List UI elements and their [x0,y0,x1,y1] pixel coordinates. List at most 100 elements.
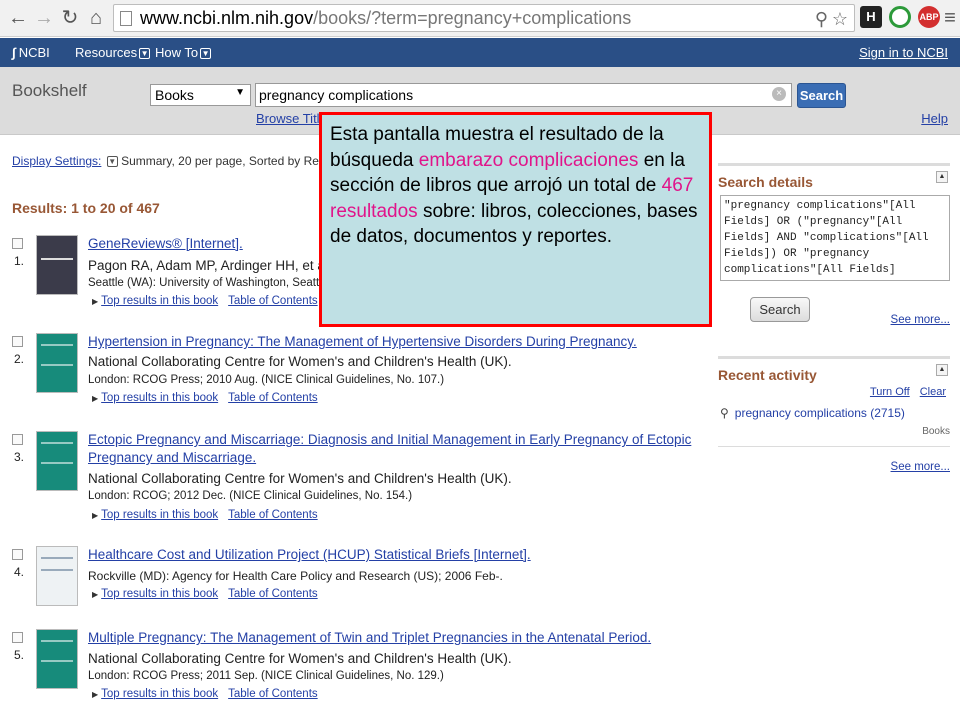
highlight-search-term: embarazo complicaciones [418,149,639,171]
table-of-contents-link[interactable]: Table of Contents [228,509,318,521]
result-source: Seattle (WA): University of Washington, … [88,277,348,289]
search-button[interactable]: Search [797,83,846,108]
clear-link[interactable]: Clear [920,386,946,398]
result-links: ▶ Top results in this book Table of Conten… [92,588,328,600]
result-title[interactable]: Multiple Pregnancy: The Management of Tw… [88,629,714,647]
result-title[interactable]: Healthcare Cost and Utilization Project … [88,546,714,564]
list-item: 5. Multiple Pregnancy: The Management of… [12,629,712,709]
book-cover[interactable] [36,431,78,491]
top-results-link[interactable]: Top results in this book [101,509,218,521]
collapse-icon[interactable]: ▲ [936,171,948,183]
search-details-panel: Search details ▲ "pregnancy complication… [718,163,950,338]
result-links: ▶ Top results in this book Table of Conten… [92,295,328,307]
reload-icon[interactable]: ↻ [58,6,82,30]
search-icon: ⚲ [720,406,729,420]
table-of-contents-link[interactable]: Table of Contents [228,588,318,600]
details-search-button[interactable]: Search [750,297,810,322]
book-cover[interactable] [36,546,78,606]
book-cover[interactable] [36,333,78,393]
select-checkbox[interactable] [12,238,23,249]
result-number: 5. [14,648,25,662]
green-extension-icon[interactable] [889,6,911,28]
list-item: 2. Hypertension in Pregnancy: The Manage… [12,333,712,413]
search-details-query[interactable]: "pregnancy complications"[All Fields] OR… [720,195,950,281]
database-select[interactable]: Books ▼ [150,84,251,106]
select-checkbox[interactable] [12,336,23,347]
annotation-callout: Esta pantalla muestra el resultado de la… [319,112,712,327]
back-arrow-icon[interactable]: ← [6,6,30,30]
top-results-link[interactable]: Top results in this book [101,588,218,600]
zoom-icon[interactable]: ⚲ [815,9,828,30]
result-number: 1. [14,254,25,268]
result-authors: National Collaborating Centre for Women'… [88,354,512,369]
chevron-down-icon: ▼ [139,48,151,59]
howto-menu[interactable]: How To ▼ [155,45,212,60]
result-source: London: RCOG; 2012 Dec. (NICE Clinical G… [88,490,413,502]
result-links: ▶ Top results in this book Table of Conten… [92,509,328,521]
book-cover[interactable] [36,235,78,295]
home-icon[interactable]: ⌂ [84,6,108,30]
select-checkbox[interactable] [12,632,23,643]
search-input[interactable]: pregnancy complications × [255,83,792,107]
triangle-icon: ▶ [92,690,99,699]
top-results-link[interactable]: Top results in this book [101,295,218,307]
recent-activity-title: Recent activity [718,356,950,383]
result-number: 2. [14,352,25,366]
result-number: 3. [14,450,25,464]
see-more-link[interactable]: See more... [891,461,950,473]
browse-titles-link[interactable]: Browse Title [256,111,327,126]
display-settings: Display Settings: ▼ Summary, 20 per page… [12,154,329,168]
forward-arrow-icon[interactable]: → [32,6,56,30]
recent-query-db: Books [922,426,950,437]
sign-in-link[interactable]: Sign in to NCBI [859,45,948,60]
clear-icon[interactable]: × [772,87,786,101]
top-results-link[interactable]: Top results in this book [101,392,218,404]
chevron-down-icon: ▼ [200,48,212,59]
display-settings-link[interactable]: Display Settings: [12,154,101,168]
chevron-down-icon[interactable]: ▼ [106,156,118,167]
browser-toolbar: ← → ↻ ⌂ www.ncbi.nlm.nih.gov/books/?term… [0,0,960,37]
search-details-title: Search details [718,163,950,190]
see-more-link[interactable]: See more... [891,314,950,326]
result-links: ▶ Top results in this book Table of Conten… [92,688,328,700]
address-bar[interactable]: www.ncbi.nlm.nih.gov/books/?term=pregnan… [113,4,855,32]
url-text: www.ncbi.nlm.nih.gov/books/?term=pregnan… [140,8,632,28]
adblock-icon[interactable]: ABP [918,6,940,28]
result-authors: Pagon RA, Adam MP, Ardinger HH, et al., [88,258,336,273]
dropdown-arrow-icon: ▼ [235,87,245,98]
list-item: 3. Ectopic Pregnancy and Miscarriage: Di… [12,431,712,526]
table-of-contents-link[interactable]: Table of Contents [228,688,318,700]
result-source: Rockville (MD): Agency for Health Care P… [88,569,503,583]
top-results-link[interactable]: Top results in this book [101,688,218,700]
ncbi-logo[interactable]: ∫ NCBI [12,45,50,60]
help-link[interactable]: Help [921,111,948,126]
triangle-icon: ▶ [92,297,99,306]
collapse-icon[interactable]: ▲ [936,364,948,376]
triangle-icon: ▶ [92,511,99,520]
result-title[interactable]: Hypertension in Pregnancy: The Managemen… [88,333,714,351]
page-icon [120,11,132,26]
result-title[interactable]: Ectopic Pregnancy and Miscarriage: Diagn… [88,431,714,467]
results-count: Results: 1 to 20 of 467 [12,200,160,216]
result-number: 4. [14,565,25,579]
table-of-contents-link[interactable]: Table of Contents [228,295,318,307]
result-links: ▶ Top results in this book Table of Conten… [92,392,328,404]
menu-icon[interactable]: ≡ [942,6,958,30]
recent-activity-panel: Recent activity ▲ Turn Off Clear ⚲ pregnan… [718,356,950,481]
result-authors: National Collaborating Centre for Women'… [88,471,512,486]
triangle-icon: ▶ [92,394,99,403]
bookmark-star-icon[interactable]: ☆ [832,9,848,30]
divider [718,446,950,447]
recent-query-item[interactable]: ⚲ pregnancy complications (2715) [720,406,905,420]
select-checkbox[interactable] [12,434,23,445]
resources-menu[interactable]: Resources ▼ [75,45,151,60]
h-extension-icon[interactable]: H [860,6,882,28]
result-authors: National Collaborating Centre for Women'… [88,651,512,666]
table-of-contents-link[interactable]: Table of Contents [228,392,318,404]
book-cover[interactable] [36,629,78,689]
result-source: London: RCOG Press; 2010 Aug. (NICE Clin… [88,374,445,386]
triangle-icon: ▶ [92,590,99,599]
result-source: London: RCOG Press; 2011 Sep. (NICE Clin… [88,670,444,682]
turn-off-link[interactable]: Turn Off [870,386,910,398]
select-checkbox[interactable] [12,549,23,560]
